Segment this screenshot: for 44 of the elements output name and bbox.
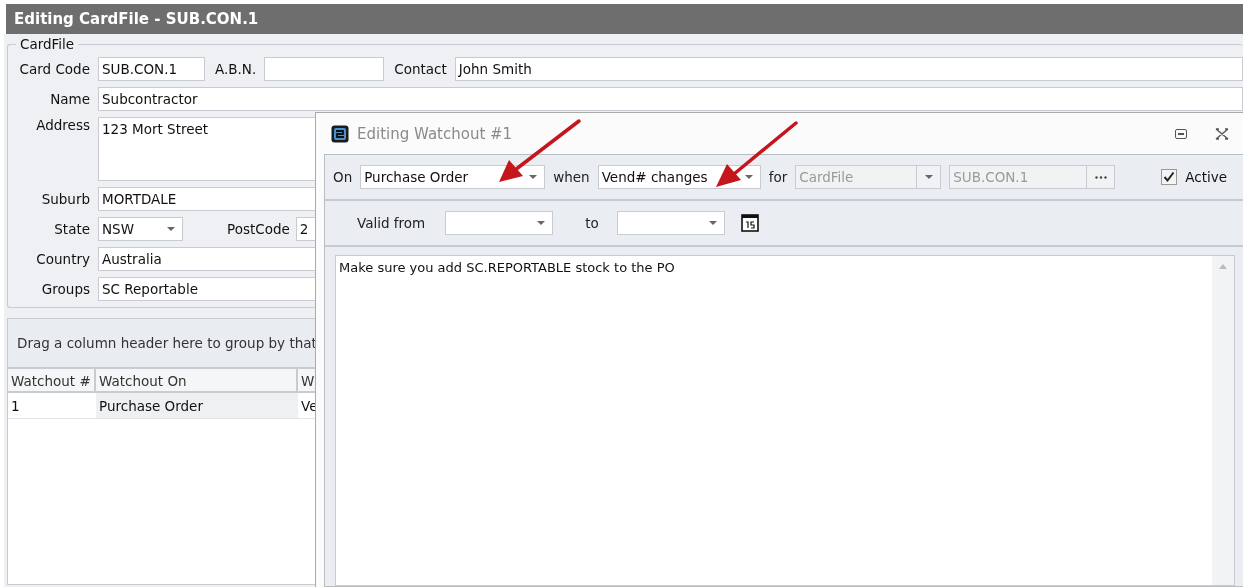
dialog-title: Editing Watchout #1 [357,124,513,143]
restore-icon[interactable] [1175,128,1187,139]
caret-icon [537,221,546,225]
checkbox-label: Active [1185,169,1227,185]
calendar-icon[interactable] [740,214,759,232]
note-text: Make sure you add SC.REPORTABLE stock to the PO [339,260,675,275]
column-header[interactable]: Watchout # [8,369,96,393]
caret-icon [529,175,538,179]
group-legend: CardFile [16,36,79,52]
field-label: Valid from [357,215,426,231]
field-label: Suburb [40,191,90,207]
field-label: when [553,169,590,185]
field-label: State [53,221,90,237]
group-hint: Drag a column header here to group by that [17,335,317,351]
name-field[interactable]: Subcontractor [98,87,1243,111]
field-label: to [585,215,599,231]
field-label: PostCode [227,221,290,237]
active-checkbox[interactable] [1161,169,1178,185]
field-label: A.B.N. [215,61,257,77]
scrollbar[interactable] [1212,256,1234,585]
event-dropdown[interactable]: Purchase Order [360,165,546,189]
note-textarea[interactable]: Make sure you add SC.REPORTABLE stock to the PO [335,255,1235,586]
field-label: Card Code [18,61,90,77]
field-label: for [768,169,788,185]
window-title: Editing CardFile - SUB.CON.1 [6,4,1243,34]
caret-icon [708,221,717,225]
contact-field[interactable]: John Smith [454,57,1243,81]
field-label: Address [35,117,90,133]
abn-field[interactable] [264,57,385,81]
field-label: Name [49,91,90,107]
caret-icon [744,175,753,179]
field-label: Contact [394,61,447,77]
condition-dropdown[interactable]: Vend# changes [597,165,761,189]
field-label: Groups [40,281,90,297]
card-code-field[interactable]: SUB.CON.1 [98,57,205,81]
caret-icon [925,175,934,179]
column-header[interactable]: Watchout On [96,369,298,393]
caret-icon [167,227,175,231]
table-cell: Purchase Order [96,393,298,419]
state-dropdown[interactable]: NSW [98,217,183,241]
field-label: Country [35,251,90,267]
field-label: On [333,169,353,185]
app-icon [331,124,349,143]
close-icon[interactable] [1215,127,1229,140]
